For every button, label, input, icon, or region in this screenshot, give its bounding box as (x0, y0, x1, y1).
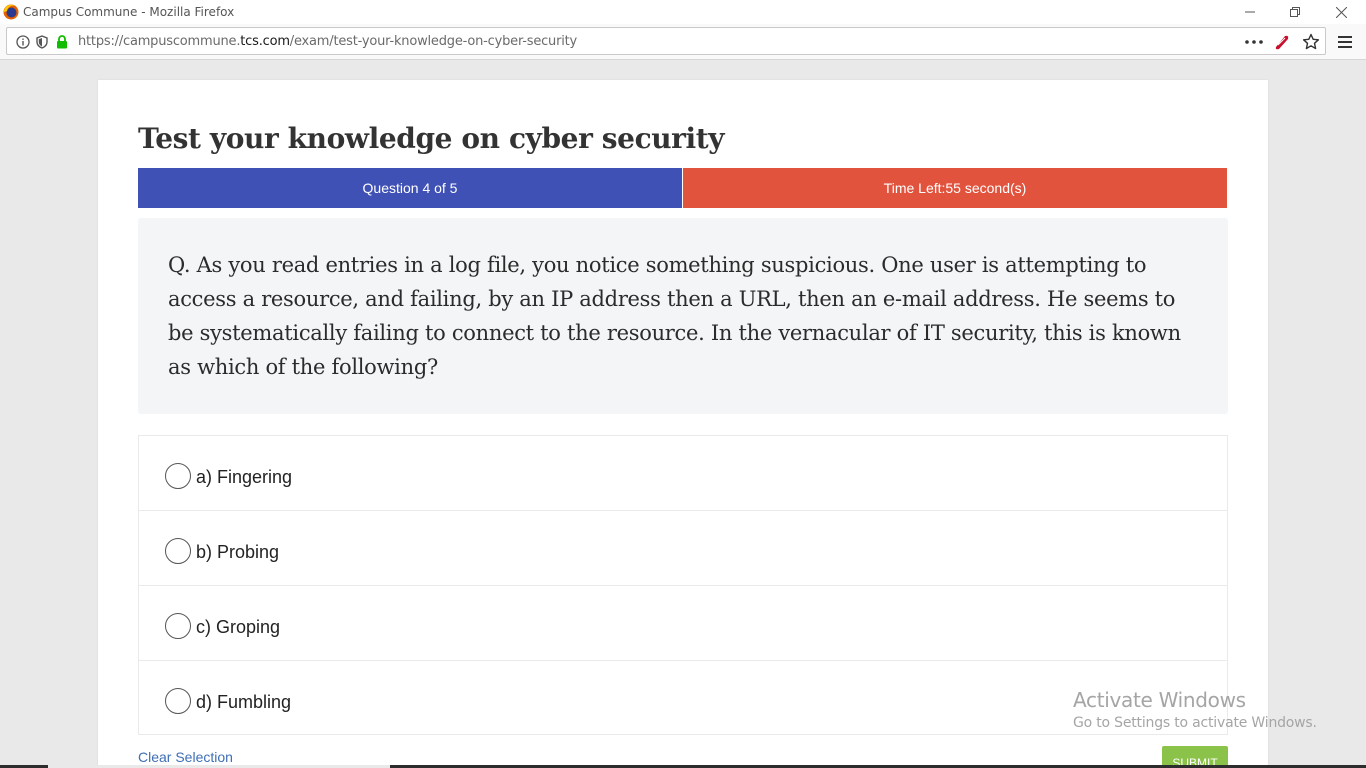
option-c-label[interactable]: c) Groping (196, 617, 280, 638)
watermark-line1: Activate Windows (1073, 688, 1246, 712)
option-a-radio[interactable] (165, 463, 191, 489)
answer-options: a) Fingering b) Probing c) Groping d) Fu… (138, 435, 1228, 735)
window-titlebar: Campus Commune - Mozilla Firefox (0, 0, 1366, 24)
address-bar[interactable]: https://campuscommune.tcs.com/exam/test-… (6, 27, 1326, 55)
exam-card: Test your knowledge on cyber security Qu… (98, 80, 1268, 768)
clear-selection-link[interactable]: Clear Selection (138, 749, 233, 765)
close-window-button[interactable] (1318, 0, 1364, 24)
minimize-button[interactable] (1227, 0, 1273, 24)
question-box: Q. As you read entries in a log file, yo… (138, 218, 1228, 414)
extension-icon[interactable] (1273, 33, 1291, 51)
time-left: Time Left:55 second(s) (682, 168, 1227, 208)
page-title: Test your knowledge on cyber security (138, 122, 725, 155)
option-a[interactable]: a) Fingering (139, 436, 1227, 511)
url-prefix: https://campuscommune. (78, 34, 241, 49)
close-icon (1335, 6, 1347, 18)
option-d[interactable]: d) Fumbling (139, 661, 1227, 736)
exam-status-bar: Question 4 of 5 Time Left:55 second(s) (138, 168, 1227, 208)
minimize-icon (1245, 11, 1255, 13)
watermark-line2: Go to Settings to activate Windows. (1073, 715, 1317, 731)
menu-hamburger-icon[interactable] (1336, 33, 1356, 51)
restore-button[interactable] (1272, 0, 1318, 24)
question-counter: Question 4 of 5 (138, 168, 682, 208)
url-text[interactable]: https://campuscommune.tcs.com/exam/test-… (78, 34, 577, 49)
browser-toolbar: https://campuscommune.tcs.com/exam/test-… (0, 24, 1366, 60)
bookmark-star-icon[interactable] (1302, 33, 1320, 51)
option-b[interactable]: b) Probing (139, 511, 1227, 586)
option-d-label[interactable]: d) Fumbling (196, 692, 291, 713)
window-title: Campus Commune - Mozilla Firefox (23, 5, 235, 19)
question-text: Q. As you read entries in a log file, yo… (168, 253, 1181, 379)
restore-icon (1290, 7, 1300, 17)
option-b-label[interactable]: b) Probing (196, 542, 279, 563)
info-icon[interactable] (15, 34, 31, 50)
url-domain: tcs.com (240, 34, 290, 49)
option-c-radio[interactable] (165, 613, 191, 639)
page-actions-icon[interactable] (1245, 33, 1263, 51)
url-path: /exam/test-your-knowledge-on-cyber-secur… (289, 34, 578, 49)
firefox-logo-icon (3, 4, 19, 20)
activate-windows-watermark: Activate Windows Go to Settings to activ… (1073, 688, 1317, 731)
option-c[interactable]: c) Groping (139, 586, 1227, 661)
option-a-label[interactable]: a) Fingering (196, 467, 292, 488)
option-d-radio[interactable] (165, 688, 191, 714)
tracking-shield-icon[interactable] (34, 34, 50, 50)
option-b-radio[interactable] (165, 538, 191, 564)
secure-lock-icon[interactable] (54, 34, 70, 50)
